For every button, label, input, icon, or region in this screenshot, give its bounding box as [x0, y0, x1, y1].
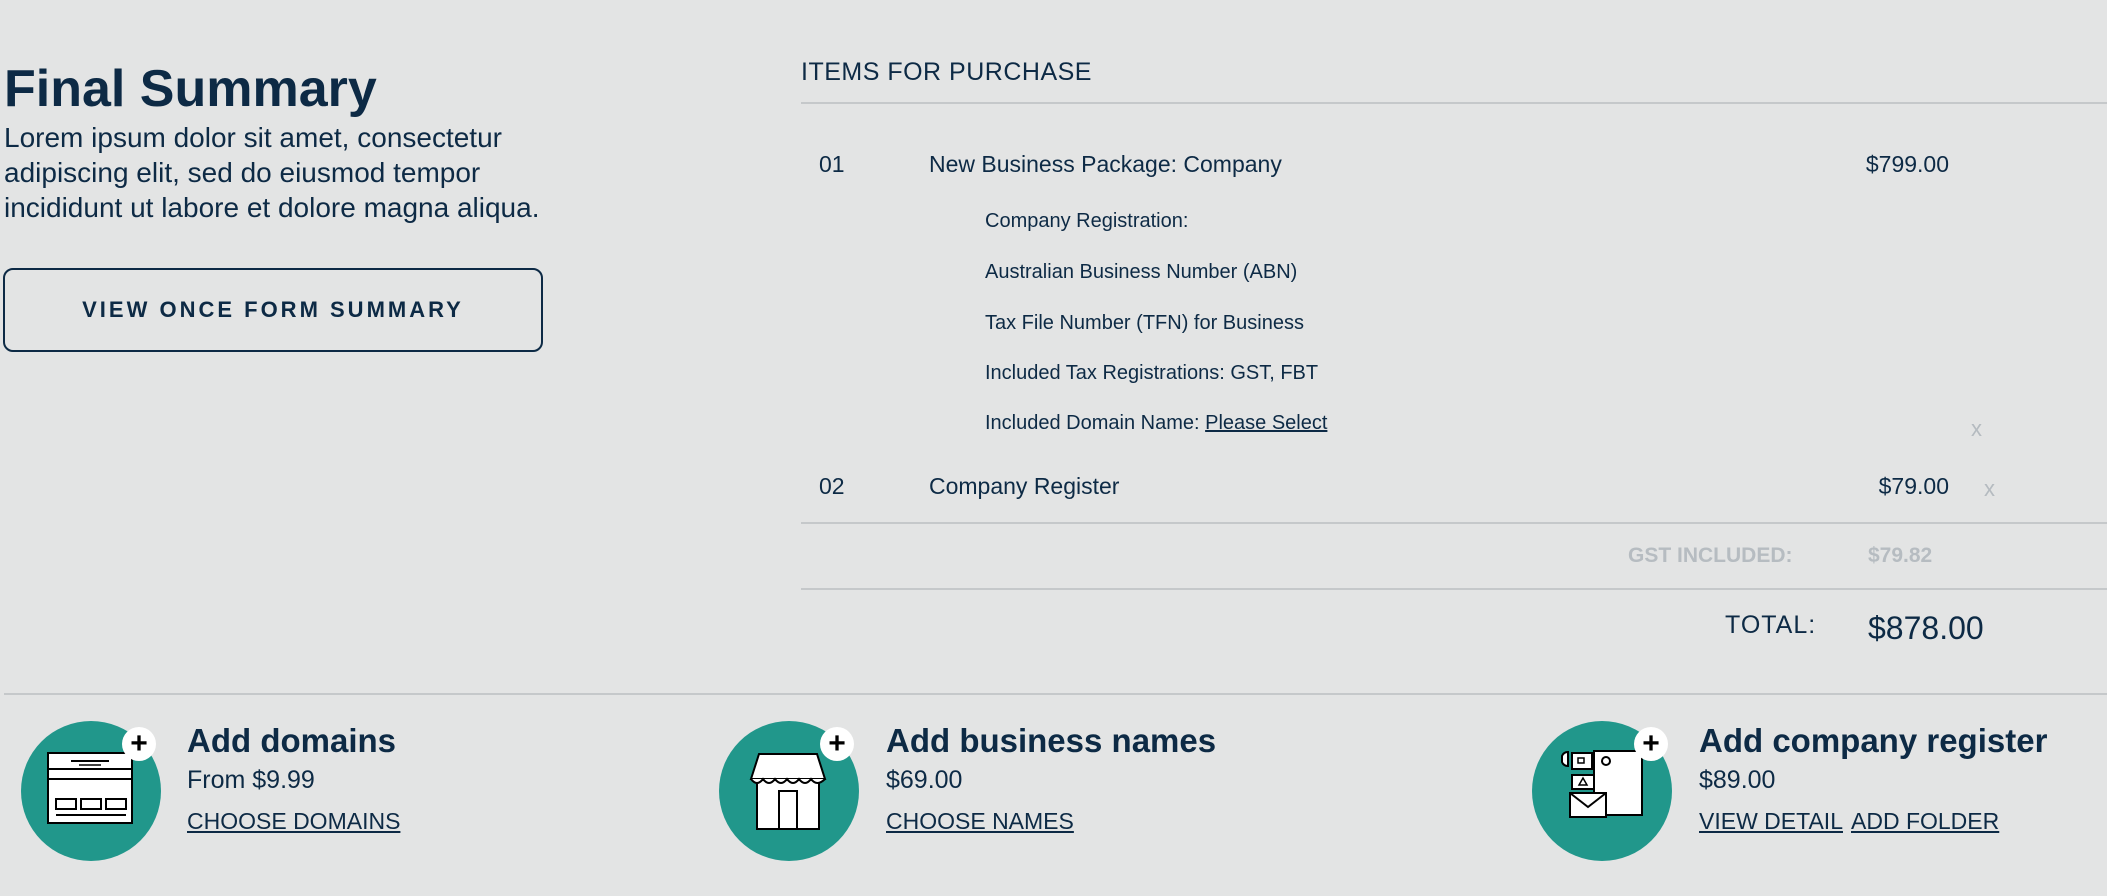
upsell-price: $69.00 [886, 766, 963, 794]
item-detail: Tax File Number (TFN) for Business [985, 312, 1304, 334]
item-detail: Australian Business Number (ABN) [985, 261, 1298, 283]
upsell-price: $89.00 [1699, 766, 1776, 794]
remove-item-button[interactable]: x [1971, 416, 1982, 442]
add-company-register-plus-icon[interactable]: + [1634, 727, 1668, 761]
upsell-title: Add domains [187, 722, 397, 759]
divider [801, 522, 2107, 524]
view-detail-link[interactable]: VIEW DETAIL [1699, 808, 1843, 835]
choose-names-link[interactable]: CHOOSE NAMES [886, 808, 1074, 835]
add-domains-plus-icon[interactable]: + [122, 727, 156, 761]
page-title: Final Summary [4, 60, 377, 118]
upsell-title: Add business names [886, 722, 1217, 759]
add-business-names-plus-icon[interactable]: + [820, 727, 854, 761]
divider [4, 693, 2107, 695]
gst-label: GST INCLUDED: [1628, 544, 1793, 567]
item-detail: Included Tax Registrations: GST, FBT [985, 362, 1319, 384]
item-number: 01 [819, 151, 845, 177]
item-name: Company Register [929, 473, 1120, 499]
page-intro: Lorem ipsum dolor sit amet, consectetur … [4, 122, 540, 223]
total-label: TOTAL: [1725, 611, 1817, 639]
view-form-summary-button[interactable]: VIEW ONCE FORM SUMMARY [3, 268, 543, 352]
item-number: 02 [819, 473, 845, 499]
choose-domains-link[interactable]: CHOOSE DOMAINS [187, 808, 400, 835]
domain-detail: Included Domain Name: Please Select [985, 412, 1327, 435]
gst-value: $79.82 [1868, 544, 1933, 567]
please-select-link[interactable]: Please Select [1205, 412, 1327, 434]
total-value: $878.00 [1868, 610, 1984, 646]
item-detail: Company Registration: [985, 210, 1189, 232]
upsell-title: Add company register [1699, 722, 2048, 759]
remove-item-button[interactable]: x [1984, 476, 1995, 502]
item-price: $79.00 [1878, 473, 1949, 499]
add-folder-link[interactable]: ADD FOLDER [1851, 808, 1999, 835]
item-price: $799.00 [1865, 151, 1949, 177]
divider [801, 588, 2107, 590]
item-name: New Business Package: Company [929, 151, 1282, 177]
domain-label: Included Domain Name: [985, 412, 1206, 434]
items-heading: ITEMS FOR PURCHASE [801, 58, 1092, 86]
divider [801, 102, 2107, 104]
upsell-price: From $9.99 [187, 766, 315, 794]
